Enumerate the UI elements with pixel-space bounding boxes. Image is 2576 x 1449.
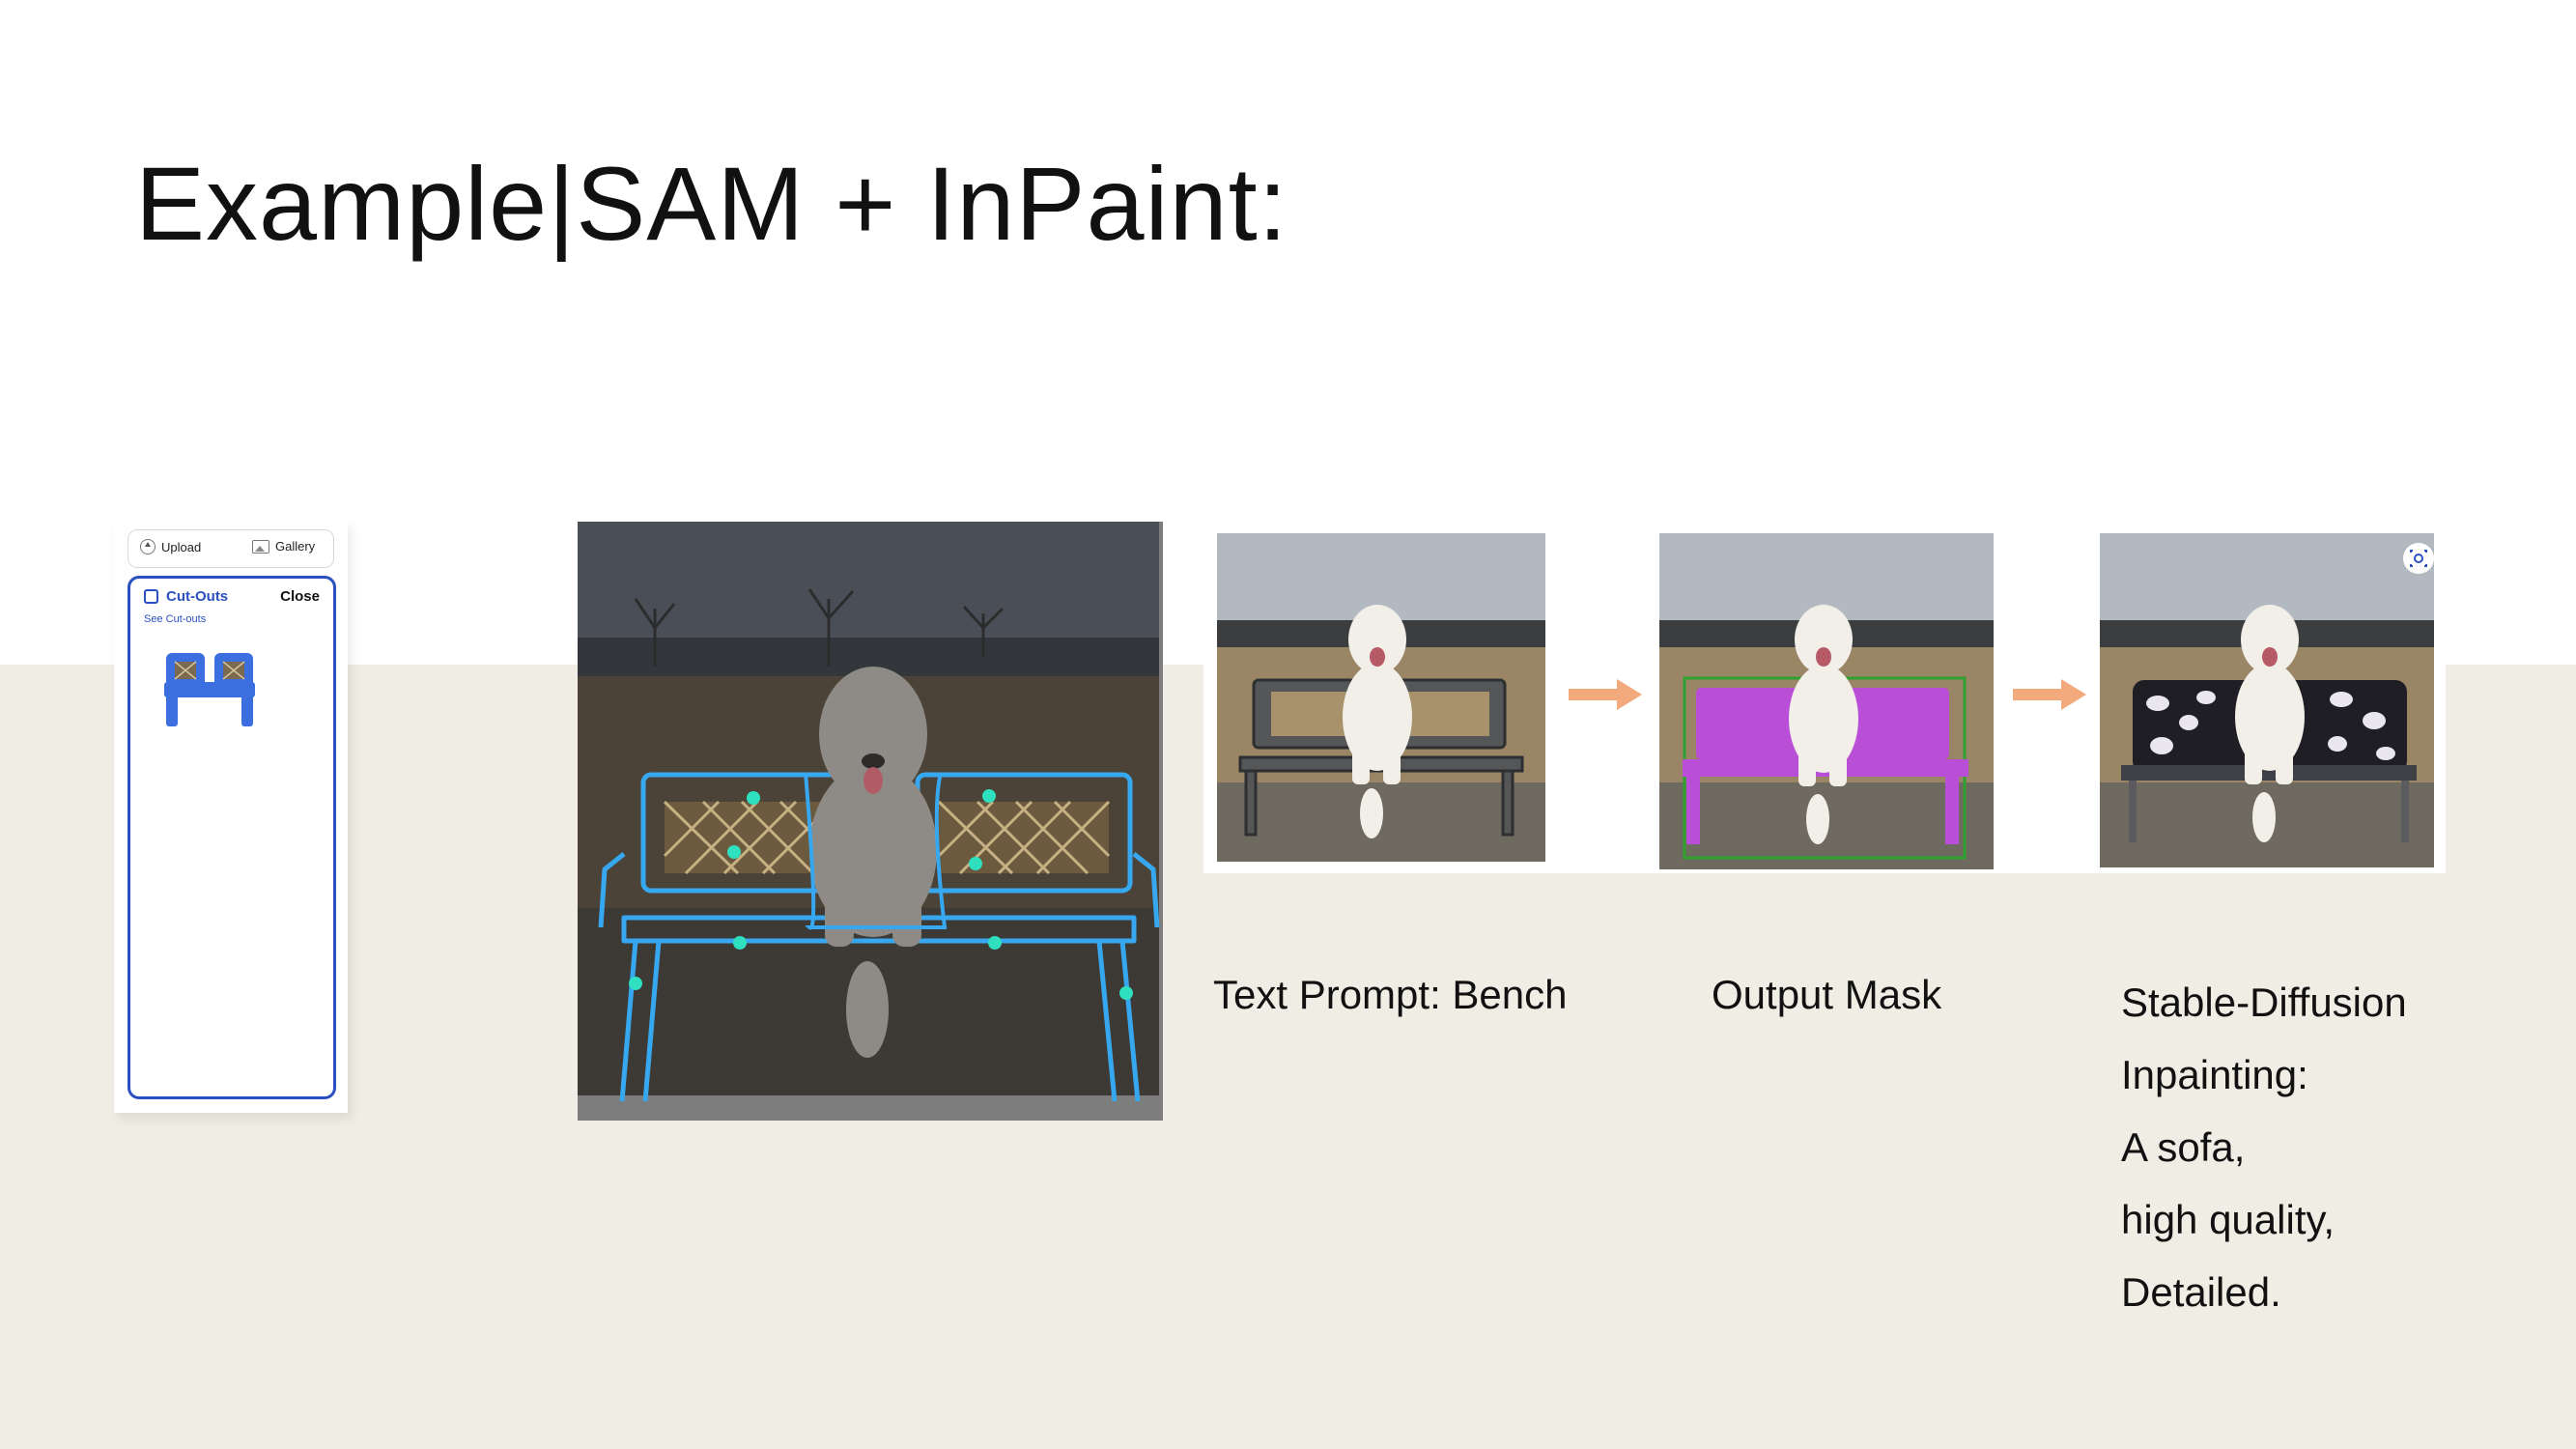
cutouts-header: Cut-Outs [144, 588, 228, 605]
gallery-button[interactable]: Gallery [252, 539, 315, 554]
inpaint-line: Detailed. [2121, 1269, 2281, 1315]
caption-output-mask: Output Mask [1712, 972, 1942, 1017]
inpainting-prompt-text: Stable-Diffusion Inpainting: A sofa, hig… [2121, 966, 2407, 1328]
slide-title: Example|SAM + InPaint: [135, 145, 1288, 262]
output-mask-image [1659, 533, 1994, 869]
bench-cutout-thumbnail[interactable] [159, 637, 260, 737]
gallery-icon [252, 539, 269, 554]
sam-segmentation-image [578, 522, 1163, 1121]
focus-icon[interactable] [2403, 543, 2434, 574]
gallery-label: Gallery [275, 539, 316, 554]
upload-button[interactable]: Upload [140, 539, 201, 554]
arrow-right-icon [2013, 679, 2086, 710]
inpaint-line: high quality, [2121, 1197, 2335, 1242]
cutouts-card: Cut-Outs Close See Cut-outs [127, 576, 336, 1099]
upload-icon [140, 539, 156, 554]
close-button[interactable]: Close [280, 588, 320, 605]
inpaint-line: Inpainting: [2121, 1052, 2308, 1097]
input-image [1217, 533, 1545, 862]
arrow-right-icon [1569, 679, 1642, 710]
cutouts-title: Cut-Outs [166, 588, 229, 605]
cutouts-app-panel: Upload Gallery Cut-Outs Close See Cut-ou… [114, 522, 348, 1113]
inpaint-line: Stable-Diffusion [2121, 980, 2407, 1025]
app-toolbar: Upload Gallery [127, 529, 334, 568]
caption-text-prompt: Text Prompt: Bench [1213, 972, 1568, 1017]
cutouts-icon [144, 589, 158, 604]
upload-label: Upload [161, 539, 202, 554]
inpaint-line: A sofa, [2121, 1124, 2246, 1170]
see-cutouts-link[interactable]: See Cut-outs [144, 613, 206, 625]
inpainted-sofa-image [2100, 533, 2434, 867]
